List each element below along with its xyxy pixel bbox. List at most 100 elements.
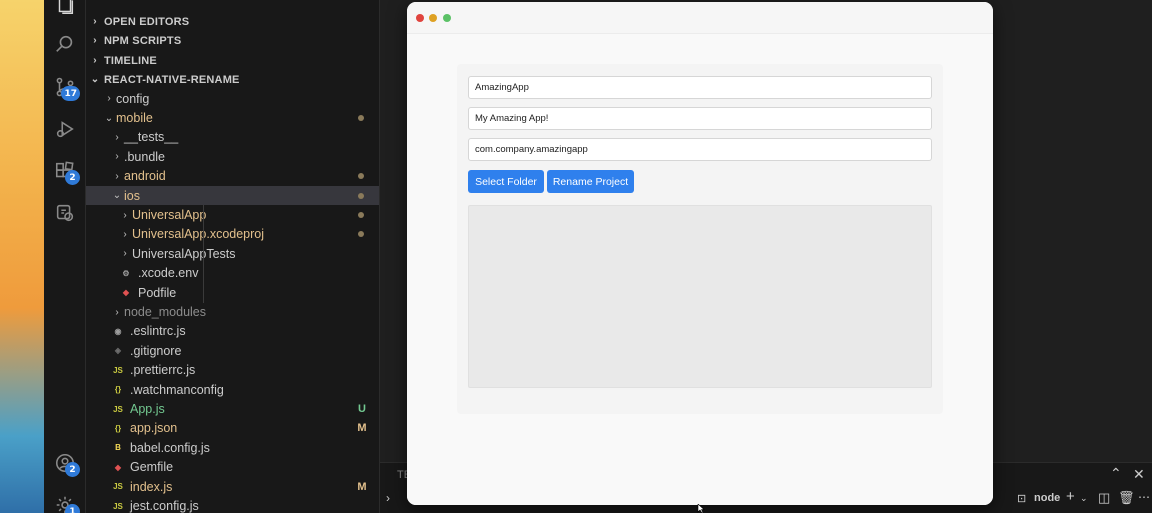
output-log-area (468, 205, 932, 388)
terminal-name[interactable]: node (1034, 492, 1060, 504)
chevron-right-icon: › (107, 93, 111, 105)
file-type-icon: JS (113, 501, 123, 511)
tree-file-item[interactable]: {} app.json M (86, 419, 379, 438)
file-type-icon: {} (114, 423, 122, 433)
tree-item-label: .bundle (124, 149, 166, 164)
tree-item-label: config (116, 91, 150, 106)
tree-item-label: Podfile (138, 285, 177, 300)
chevron-down-icon: ⌄ (104, 112, 114, 124)
tree-folder-item[interactable]: › config (86, 89, 379, 108)
section-open-editors-label: OPEN EDITORS (104, 15, 190, 28)
tree-item-label: UniversalApp.xcodeproj (132, 227, 265, 242)
tree-item-label: .xcode.env (138, 266, 199, 281)
section-npm-scripts[interactable]: › NPM SCRIPTS (86, 31, 379, 50)
tree-item-label: index.js (130, 479, 173, 494)
file-type-icon: ◆ (114, 462, 122, 472)
tree-file-item[interactable]: {} .watchmanconfig (86, 380, 379, 399)
section-project-label: REACT-NATIVE-RENAME (104, 73, 240, 86)
tree-item-label: mobile (116, 111, 153, 126)
source-control-icon[interactable]: 17 (44, 70, 86, 104)
app-name-input[interactable] (468, 76, 932, 99)
tree-folder-item[interactable]: ⌄ mobile (86, 108, 379, 127)
tree-folder-item[interactable]: ⌄ ios (86, 186, 379, 206)
search-icon[interactable] (44, 27, 86, 61)
file-type-icon: B (115, 443, 121, 453)
close-panel-icon[interactable]: ✕ (1133, 466, 1145, 483)
tree-file-item[interactable]: ◉ .eslintrc.js (86, 322, 379, 341)
trash-icon[interactable]: 🗑 (1118, 490, 1135, 506)
chevron-right-icon: › (115, 151, 119, 163)
tree-file-item[interactable]: JS App.js U (86, 399, 379, 418)
display-name-input[interactable] (468, 107, 932, 130)
select-folder-button[interactable]: Select Folder (468, 170, 544, 193)
tree-file-item[interactable]: ◈ .gitignore (86, 341, 379, 360)
tree-folder-item[interactable]: › node_modules (86, 302, 379, 321)
activity-bar: 17 2 2 1 (44, 0, 86, 513)
tree-file-item[interactable]: JS .prettierrc.js (86, 361, 379, 380)
run-debug-icon[interactable] (44, 112, 86, 146)
file-type-icon: ◉ (114, 326, 122, 336)
git-status-badge: U (358, 403, 366, 416)
tree-item-label: __tests__ (124, 130, 179, 145)
tree-folder-item[interactable]: › UniversalAppTests (86, 244, 379, 263)
tree-item-label: UniversalAppTests (132, 246, 236, 261)
modified-dot-icon (358, 115, 364, 122)
tree-file-item[interactable]: ◆ Podfile (86, 283, 379, 302)
tree-item-label: .watchmanconfig (130, 382, 224, 397)
rename-project-button[interactable]: Rename Project (547, 170, 634, 193)
settings-badge: 1 (65, 504, 80, 513)
chevron-right-icon: › (123, 209, 127, 221)
tree-item-label: .gitignore (130, 343, 182, 358)
tree-file-item[interactable]: ◆ Gemfile (86, 458, 379, 477)
remote-explorer-icon[interactable] (44, 196, 86, 230)
chevron-down-icon[interactable]: ⌄ (1080, 493, 1088, 504)
extensions-icon[interactable]: 2 (44, 154, 86, 188)
chevron-up-icon[interactable]: ⌃ (1110, 465, 1122, 482)
tree-folder-item[interactable]: › UniversalApp (86, 205, 379, 224)
modified-dot-icon (358, 231, 364, 238)
accounts-icon[interactable]: 2 (44, 446, 86, 480)
file-type-icon: ◆ (122, 288, 130, 298)
section-project[interactable]: ⌄ REACT-NATIVE-RENAME (86, 70, 379, 89)
source-control-badge: 17 (61, 86, 80, 101)
settings-gear-icon[interactable]: 1 (44, 488, 86, 513)
explorer-icon[interactable] (44, 0, 86, 22)
file-type-icon: JS (113, 482, 123, 492)
file-type-icon: ⚙ (122, 268, 130, 278)
file-type-icon: {} (114, 385, 122, 395)
tree-folder-item[interactable]: › .bundle (86, 147, 379, 166)
section-open-editors[interactable]: › OPEN EDITORS (86, 12, 379, 31)
tree-file-item[interactable]: JS index.js M (86, 477, 379, 496)
tree-folder-item[interactable]: › __tests__ (86, 128, 379, 147)
mouse-cursor-icon (697, 504, 705, 513)
chevron-right-icon: › (93, 55, 97, 66)
new-terminal-icon[interactable]: + (1066, 488, 1075, 505)
section-timeline-label: TIMELINE (104, 54, 157, 67)
section-npm-scripts-label: NPM SCRIPTS (104, 34, 182, 47)
section-timeline[interactable]: › TIMELINE (86, 51, 379, 70)
window-minimize-button[interactable] (429, 14, 437, 22)
file-type-icon: ◈ (114, 346, 122, 356)
tree-item-label: jest.config.js (130, 499, 199, 513)
tree-file-item[interactable]: JS jest.config.js (86, 496, 379, 513)
desktop-wallpaper (0, 0, 44, 513)
explorer-sidebar: › OPEN EDITORS › NPM SCRIPTS › TIMELINE … (86, 0, 380, 513)
chevron-right-icon: › (115, 170, 119, 182)
modified-dot-icon (358, 212, 364, 219)
window-close-button[interactable] (416, 14, 424, 22)
modified-dot-icon (358, 173, 364, 180)
extensions-badge: 2 (65, 170, 80, 185)
chevron-right-icon: › (115, 306, 119, 318)
tree-item-label: ios (124, 188, 140, 203)
tree-folder-item[interactable]: › UniversalApp.xcodeproj (86, 225, 379, 244)
window-maximize-button[interactable] (443, 14, 451, 22)
tree-item-label: app.json (130, 421, 178, 436)
split-terminal-icon[interactable]: ◫ (1098, 490, 1110, 506)
tree-folder-item[interactable]: › android (86, 167, 379, 186)
tree-item-label: App.js (130, 402, 165, 417)
tree-file-item[interactable]: Bbabel.config.js (86, 438, 379, 457)
bundle-id-input[interactable] (468, 138, 932, 161)
more-actions-icon[interactable]: ⋯ (1138, 490, 1150, 504)
tree-file-item[interactable]: ⚙ .xcode.env (86, 264, 379, 283)
git-status-badge: M (357, 422, 367, 435)
